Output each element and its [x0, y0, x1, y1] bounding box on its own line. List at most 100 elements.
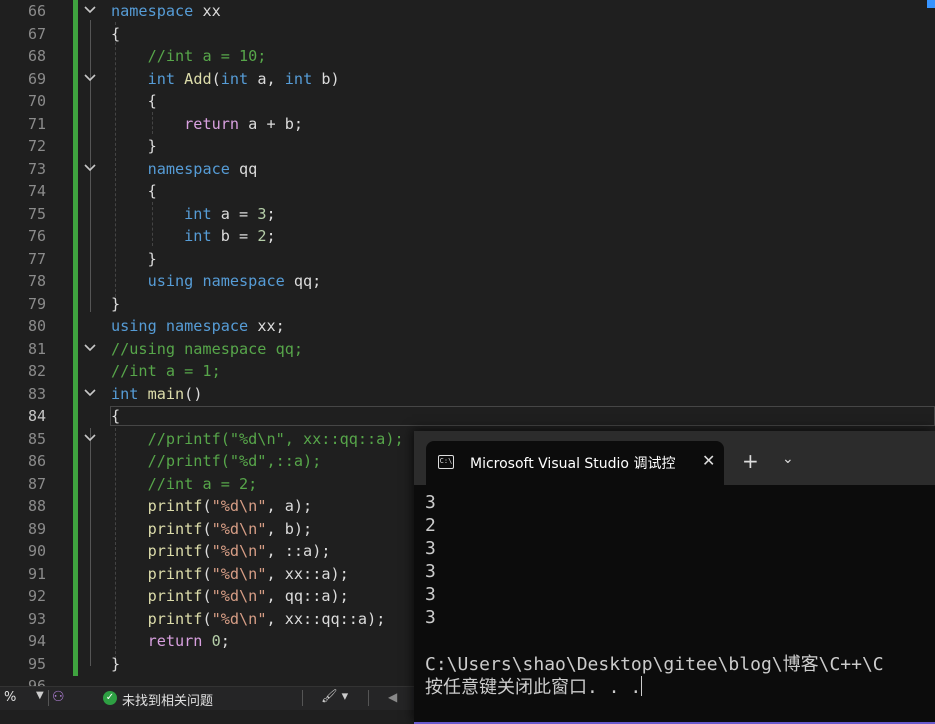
code-text[interactable]: printf("%d\n", a);	[111, 495, 313, 517]
chevron-down-icon[interactable]: ⌄	[782, 451, 794, 467]
code-text[interactable]: //using namespace qq;	[111, 338, 303, 360]
code-text[interactable]: //int a = 1;	[111, 360, 221, 382]
code-text[interactable]: int Add(int a, int b)	[111, 68, 340, 90]
code-text[interactable]: {	[111, 180, 157, 202]
code-line[interactable]: 83 int main()	[0, 383, 935, 405]
code-line[interactable]: 74 {	[0, 180, 935, 202]
fold-chevron-icon[interactable]	[83, 161, 97, 175]
code-line[interactable]: 69 int Add(int a, int b)	[0, 68, 935, 90]
code-line[interactable]: 75 int a = 3;	[0, 203, 935, 225]
code-line[interactable]: 71 return a + b;	[0, 113, 935, 135]
code-line[interactable]: 79}	[0, 293, 935, 315]
code-line[interactable]: 80 using namespace xx;	[0, 315, 935, 337]
code-line[interactable]: 66 namespace xx	[0, 0, 935, 22]
fold-chevron-icon[interactable]	[83, 3, 97, 17]
fold-chevron-icon[interactable]	[83, 71, 97, 85]
code-token: , ::a);	[266, 542, 331, 560]
code-text[interactable]: //printf("%d",::a);	[111, 450, 322, 472]
line-number: 88	[27, 497, 46, 515]
console-output-line: 3	[425, 607, 436, 628]
line-number: 90	[27, 542, 46, 560]
code-text[interactable]: {	[111, 90, 157, 112]
code-text[interactable]: {	[111, 405, 120, 427]
scroll-left-arrow-icon[interactable]: ◀	[388, 690, 397, 704]
code-token: , qq::a);	[266, 587, 349, 605]
code-text[interactable]: return a + b;	[111, 113, 303, 135]
code-line[interactable]: 77 }	[0, 248, 935, 270]
new-tab-button[interactable]: +	[742, 449, 759, 473]
line-number: 69	[27, 69, 46, 88]
code-token: qq	[229, 159, 258, 178]
code-text[interactable]: printf("%d\n", xx::a);	[111, 563, 349, 585]
code-token: qq;	[284, 272, 322, 290]
code-token: xx;	[248, 317, 285, 335]
code-token: , xx::a);	[266, 564, 349, 583]
console-tab-title: Microsoft Visual Studio 调试控	[470, 456, 676, 472]
code-line[interactable]: 67 {	[0, 23, 935, 45]
code-text[interactable]: }	[111, 135, 157, 157]
code-line[interactable]: 78 using namespace qq;	[0, 270, 935, 292]
code-text[interactable]: int b = 2;	[111, 225, 275, 247]
code-text[interactable]: //int a = 2;	[111, 473, 258, 495]
console-tab[interactable]: C:\ Microsoft Visual Studio 调试控 ✕	[426, 441, 724, 485]
code-text[interactable]: int a = 3;	[111, 203, 275, 225]
line-number: 80	[27, 317, 46, 335]
copilot-icon[interactable]: ⚇	[52, 689, 65, 705]
code-text[interactable]: printf("%d\n", ::a);	[111, 540, 331, 562]
code-text[interactable]: }	[111, 248, 157, 270]
line-number: 89	[27, 519, 46, 538]
code-line[interactable]: 81 //using namespace qq;	[0, 338, 935, 360]
code-text[interactable]: printf("%d\n", xx::qq::a);	[111, 608, 386, 630]
code-token: return	[147, 632, 203, 650]
code-token: printf	[147, 519, 203, 538]
line-number: 92	[27, 587, 46, 605]
code-line[interactable]: 76 int b = 2;	[0, 225, 935, 247]
line-number: 95	[27, 654, 46, 673]
line-number: 79	[27, 294, 46, 313]
line-number: 76	[27, 227, 46, 245]
code-text[interactable]: //int a = 10;	[111, 45, 267, 67]
code-token: //printf("%d",::a);	[147, 452, 322, 470]
code-token: namespace	[165, 317, 249, 335]
code-text[interactable]: using namespace qq;	[111, 270, 322, 292]
code-token: int	[184, 227, 212, 245]
code-line[interactable]: 68 //int a = 10;	[0, 45, 935, 67]
code-token: Add	[184, 69, 212, 88]
fold-chevron-icon[interactable]	[83, 386, 97, 400]
code-text[interactable]: }	[111, 653, 120, 675]
zoom-dropdown-icon[interactable]: ▼	[36, 690, 44, 701]
debug-console-window[interactable]: C:\ Microsoft Visual Studio 调试控 ✕ + ⌄ 32…	[414, 431, 935, 724]
code-token: "%d\n"	[211, 609, 267, 628]
code-text[interactable]: }	[111, 293, 120, 315]
code-line[interactable]: 84 {	[0, 405, 935, 427]
code-text[interactable]: namespace qq	[111, 158, 258, 180]
code-text[interactable]: namespace xx	[111, 0, 221, 22]
code-line[interactable]: 73 namespace qq	[0, 158, 935, 180]
code-line[interactable]: 82 //int a = 1;	[0, 360, 935, 382]
code-token: {	[111, 407, 121, 425]
code-token: xx	[193, 2, 221, 20]
fold-chevron-icon[interactable]	[83, 341, 97, 355]
code-text[interactable]: printf("%d\n", b);	[111, 518, 313, 540]
zoom-level[interactable]: %	[4, 690, 16, 705]
code-text[interactable]: {	[111, 23, 120, 45]
close-tab-icon[interactable]: ✕	[702, 451, 715, 470]
code-line[interactable]: 70 {	[0, 90, 935, 112]
code-cleanup-icon[interactable]: 🖌 ▾	[321, 689, 348, 704]
issues-status[interactable]: 未找到相关问题	[122, 690, 213, 709]
code-text[interactable]: int main()	[111, 383, 202, 405]
fold-chevron-icon[interactable]	[83, 431, 97, 445]
code-text[interactable]: return 0;	[111, 630, 230, 652]
code-token: (	[202, 497, 212, 515]
code-text[interactable]: printf("%d\n", qq::a);	[111, 585, 349, 607]
code-token: int	[220, 69, 249, 88]
code-text[interactable]: //printf("%d\n", xx::qq::a);	[111, 428, 404, 450]
code-text[interactable]: using namespace xx;	[111, 315, 285, 337]
code-line[interactable]: 72 }	[0, 135, 935, 157]
